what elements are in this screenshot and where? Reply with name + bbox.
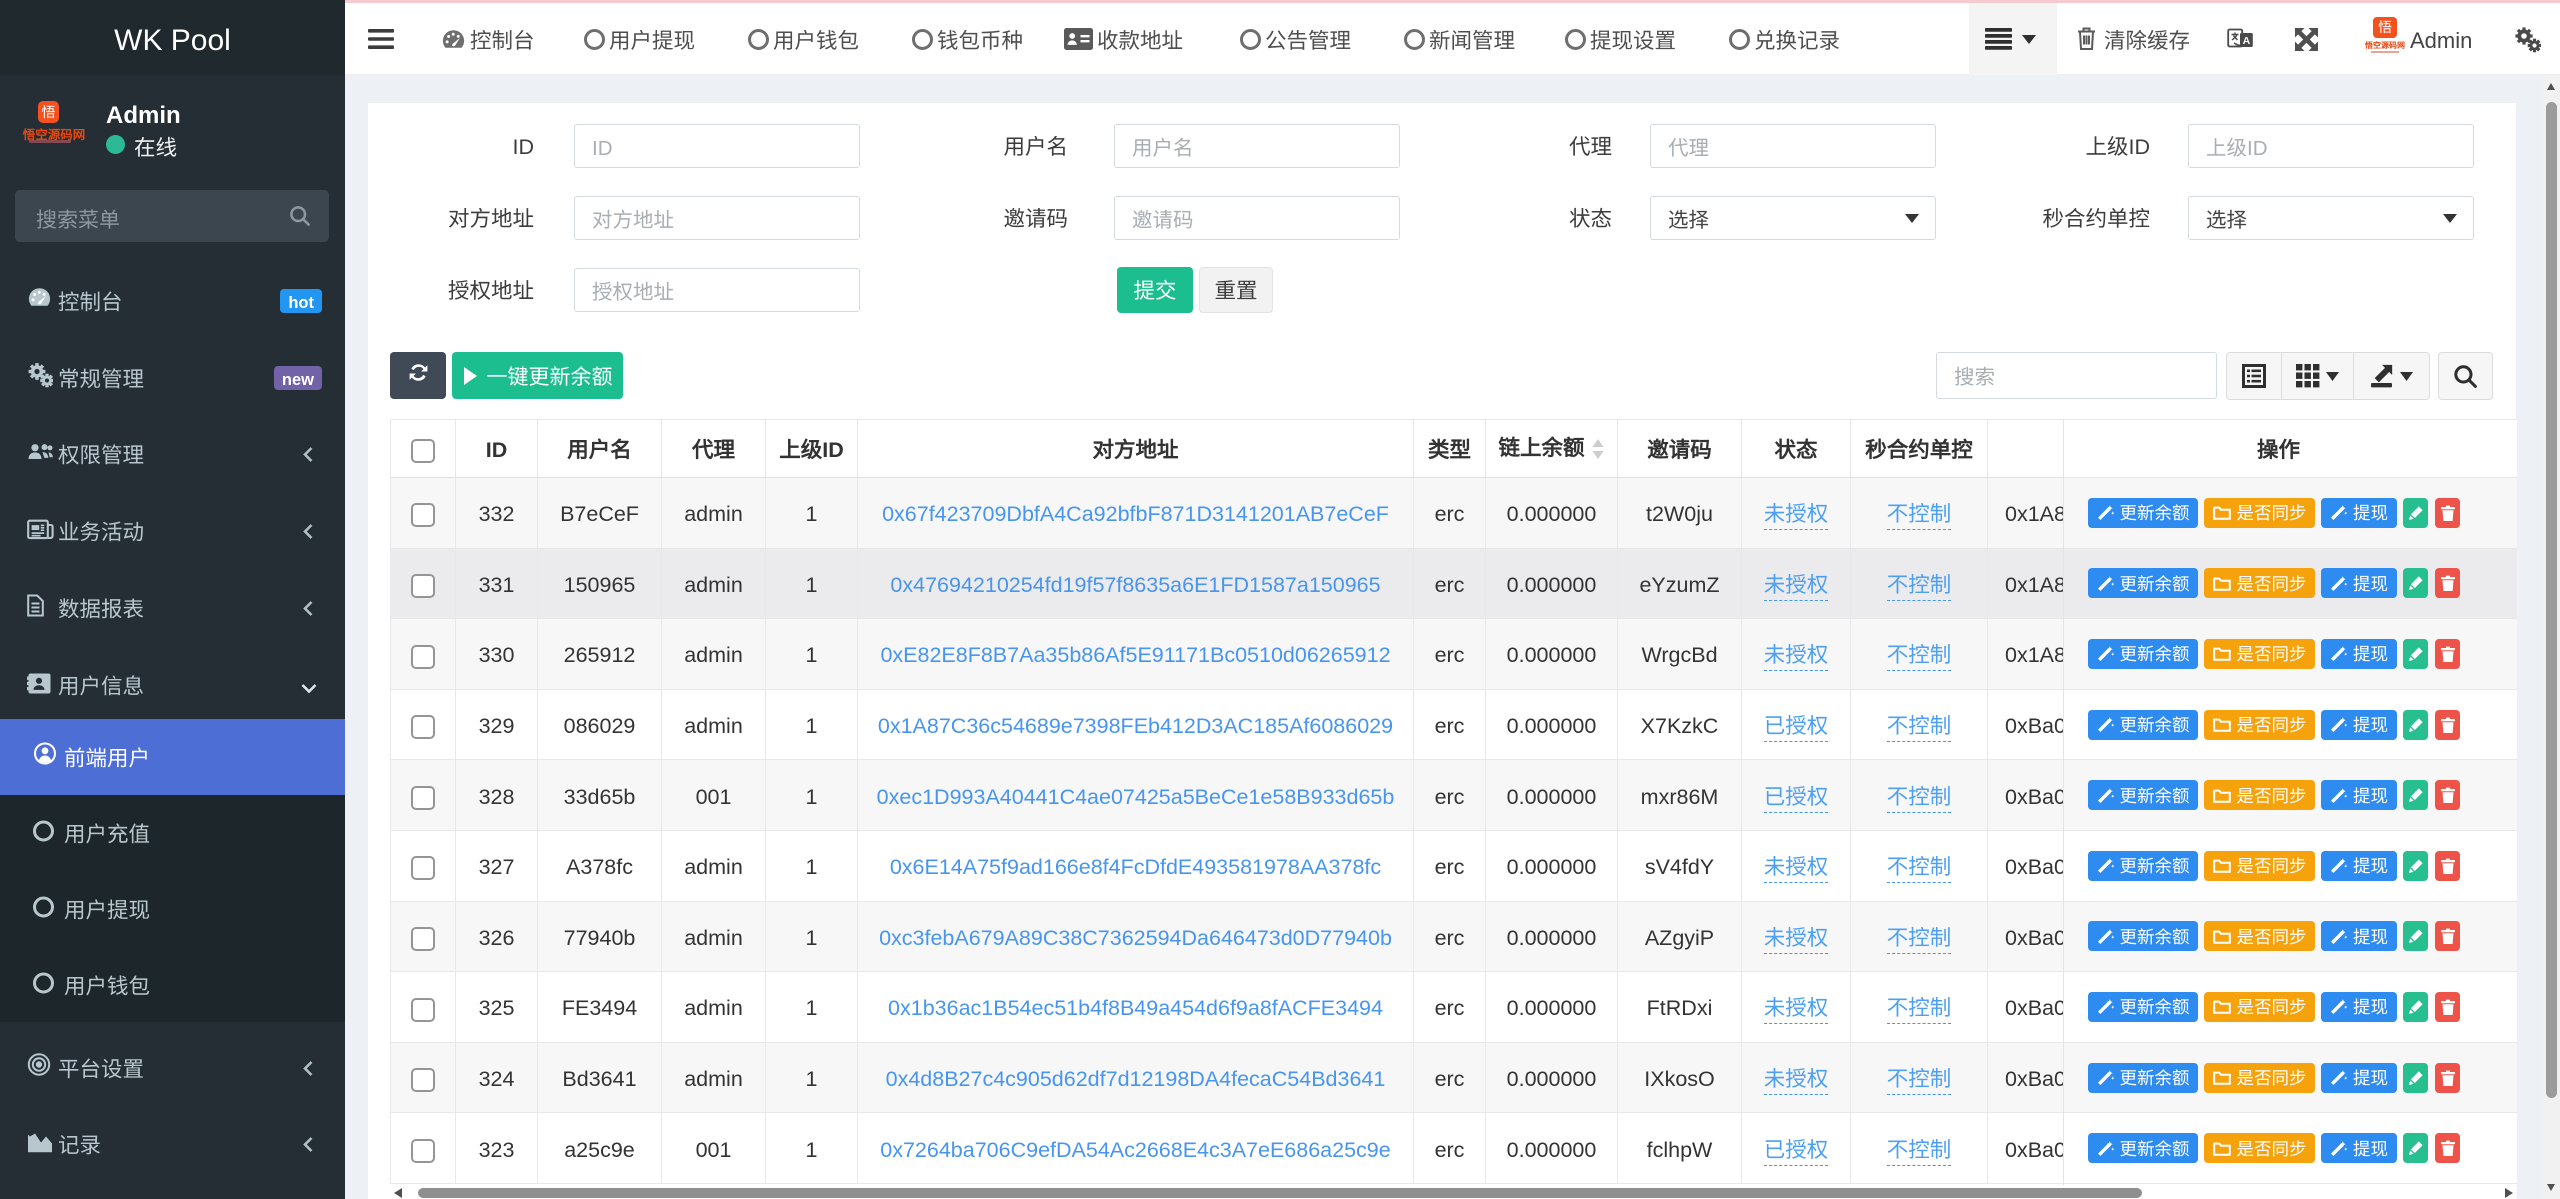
svg-text:A: A [2243,34,2251,46]
